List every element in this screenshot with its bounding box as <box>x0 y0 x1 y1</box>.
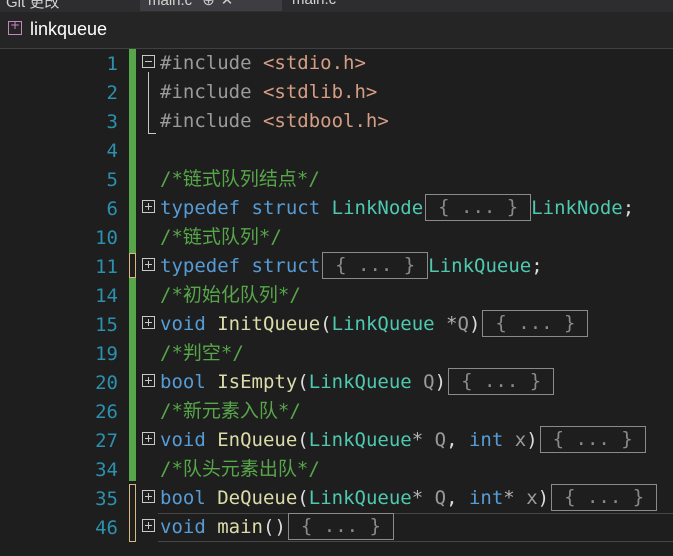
collapsed-block[interactable]: { ... } <box>539 425 646 453</box>
code-line: void main(){ ... } <box>142 512 394 542</box>
change-marker-saved <box>129 49 136 253</box>
line-number: 46 <box>95 517 118 539</box>
code-line: void EnQueue(LinkQueue* Q, int x){ ... } <box>142 425 646 455</box>
code-line: /*队头元素出队*/ <box>160 458 320 480</box>
line-number: 27 <box>95 430 118 452</box>
tab-label: Git 更改 <box>6 0 60 11</box>
c-project-icon <box>8 18 22 35</box>
code-line: typedef struct LinkNode{ ... } LinkNode; <box>142 193 634 223</box>
line-number: 15 <box>95 314 118 336</box>
tab-git-changes[interactable]: Git 更改 <box>6 0 59 11</box>
code-line: typedef struct{ ... } LinkQueue; <box>142 251 543 281</box>
code-line: #include <stdlib.h> <box>160 81 378 103</box>
line-number: 34 <box>95 459 118 481</box>
collapsed-block[interactable]: { ... } <box>287 512 394 540</box>
document-tab-bar: Git 更改 main.c ⊕ ✕ main.c <box>0 0 673 12</box>
line-number: 4 <box>106 140 118 162</box>
tab-main-c[interactable]: main.c <box>292 0 336 11</box>
line-number: 2 <box>106 82 118 104</box>
code-line: bool IsEmpty(LinkQueue Q){ ... } <box>142 367 555 397</box>
pin-icon[interactable]: ⊕ <box>202 0 215 9</box>
line-number: 35 <box>95 488 118 510</box>
code-line: #include <stdio.h> <box>142 49 366 78</box>
code-line: void InitQueue(LinkQueue *Q){ ... } <box>142 309 589 339</box>
code-line: /*链式队列结点*/ <box>160 168 320 190</box>
close-icon[interactable]: ✕ <box>221 0 234 9</box>
expand-toggle[interactable] <box>142 432 155 445</box>
expand-toggle[interactable] <box>142 258 155 271</box>
change-marker-unsaved <box>129 484 136 542</box>
collapsed-block[interactable]: { ... } <box>425 193 532 221</box>
tab-main-c-active[interactable]: main.c ⊕ ✕ <box>140 0 282 11</box>
code-line: bool DeQueue(LinkQueue* Q, int* x){ ... … <box>142 483 658 513</box>
code-line: /*判空*/ <box>160 342 244 364</box>
collapse-toggle[interactable] <box>142 55 155 68</box>
code-editor[interactable]: #include <stdio.h> #include <stdlib.h> #… <box>142 49 673 556</box>
glyph-margin <box>0 49 32 556</box>
code-line: /*链式队列*/ <box>160 226 282 248</box>
expand-toggle[interactable] <box>142 490 155 503</box>
code-line: /*初始化队列*/ <box>160 284 301 306</box>
code-line: /*新元素入队*/ <box>160 400 301 422</box>
tab-label: main.c <box>148 0 193 9</box>
change-marker-unsaved <box>129 253 136 278</box>
line-number: 3 <box>106 111 118 133</box>
line-number: 1 <box>106 53 118 75</box>
expand-toggle[interactable] <box>142 200 155 213</box>
navigation-bar: linkqueue <box>0 12 673 49</box>
expand-toggle[interactable] <box>142 374 155 387</box>
line-number: 11 <box>95 256 118 278</box>
line-number: 19 <box>95 343 118 365</box>
line-number: 6 <box>106 198 118 220</box>
line-number-gutter: 1 2 3 4 5 6 10 11 14 15 19 20 26 27 34 3… <box>32 49 128 556</box>
line-number: 14 <box>95 285 118 307</box>
project-dropdown[interactable]: linkqueue <box>30 19 107 40</box>
code-line: #include <stdbool.h> <box>160 110 389 132</box>
line-number: 5 <box>106 169 118 191</box>
collapsed-block[interactable]: { ... } <box>551 483 658 511</box>
line-number: 10 <box>95 227 118 249</box>
line-number: 26 <box>95 401 118 423</box>
collapsed-block[interactable]: { ... } <box>322 251 429 279</box>
expand-toggle[interactable] <box>142 316 155 329</box>
collapsed-block[interactable]: { ... } <box>482 309 589 337</box>
editor-bottom-area <box>0 542 673 556</box>
expand-toggle[interactable] <box>142 519 155 532</box>
tab-label: main.c <box>292 0 336 8</box>
line-number: 20 <box>95 372 118 394</box>
change-marker-saved <box>129 278 136 481</box>
collapsed-block[interactable]: { ... } <box>448 367 555 395</box>
